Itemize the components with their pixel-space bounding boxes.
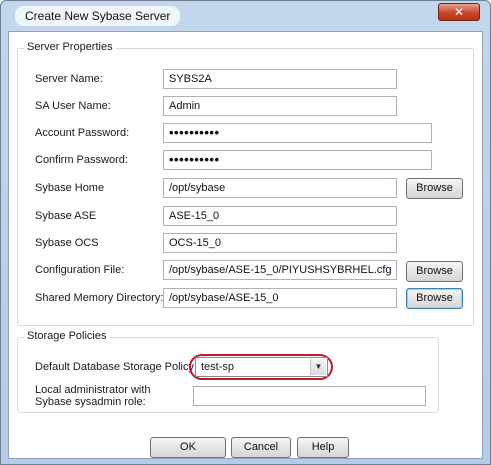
- sybase-home-browse-button[interactable]: Browse: [406, 178, 463, 199]
- sybase-ase-field[interactable]: ASE-15_0: [163, 206, 397, 226]
- server-name-field[interactable]: SYBS2A: [163, 69, 397, 89]
- configuration-file-field[interactable]: /opt/sybase/ASE-15_0/PIYUSHSYBRHEL.cfg: [163, 260, 397, 280]
- sybase-home-label: Sybase Home: [35, 182, 105, 194]
- configuration-file-label: Configuration File:: [35, 264, 125, 276]
- account-password-label: Account Password:: [35, 127, 130, 139]
- server-properties-title: Server Properties: [24, 41, 116, 53]
- sybase-ase-label: Sybase ASE: [35, 210, 97, 222]
- sa-user-name-field[interactable]: Admin: [163, 96, 397, 116]
- cancel-button[interactable]: Cancel: [231, 437, 291, 458]
- default-storage-policy-value: test-sp: [201, 361, 235, 373]
- server-name-label: Server Name:: [35, 73, 103, 85]
- dialog-body: Server Properties Server Name: SYBS2A SA…: [8, 31, 483, 459]
- shared-memory-directory-field[interactable]: /opt/sybase/ASE-15_0: [163, 288, 397, 308]
- local-admin-label-line1: Local administrator with: [35, 384, 151, 396]
- sybase-home-field[interactable]: /opt/sybase: [163, 178, 397, 198]
- confirm-password-label: Confirm Password:: [35, 154, 128, 166]
- configuration-file-browse-button[interactable]: Browse: [406, 261, 463, 282]
- local-admin-label-line2: Sybase sysadmin role:: [35, 396, 146, 408]
- sybase-ocs-field[interactable]: OCS-15_0: [163, 233, 397, 253]
- shared-memory-directory-label: Shared Memory Directory:: [35, 292, 164, 304]
- help-button[interactable]: Help: [297, 437, 349, 458]
- sa-user-name-label: SA User Name:: [35, 100, 111, 112]
- dialog-window: Create New Sybase Server ✕ Server Proper…: [0, 0, 491, 465]
- window-title: Create New Sybase Server: [15, 6, 181, 26]
- chevron-down-icon[interactable]: ▼: [310, 359, 326, 375]
- ok-button[interactable]: OK: [150, 437, 226, 458]
- close-icon[interactable]: ✕: [438, 3, 480, 21]
- confirm-password-field[interactable]: ••••••••••: [163, 150, 432, 170]
- title-bar: Create New Sybase Server ✕: [1, 1, 490, 31]
- default-storage-policy-label: Default Database Storage Policy:: [35, 361, 198, 373]
- shared-memory-directory-browse-button[interactable]: Browse: [406, 288, 463, 309]
- sybase-ocs-label: Sybase OCS: [35, 237, 99, 249]
- storage-policies-title: Storage Policies: [24, 330, 110, 342]
- local-admin-field[interactable]: [193, 386, 426, 406]
- account-password-field[interactable]: ••••••••••: [163, 123, 432, 143]
- default-storage-policy-select[interactable]: test-sp ▼: [195, 357, 328, 377]
